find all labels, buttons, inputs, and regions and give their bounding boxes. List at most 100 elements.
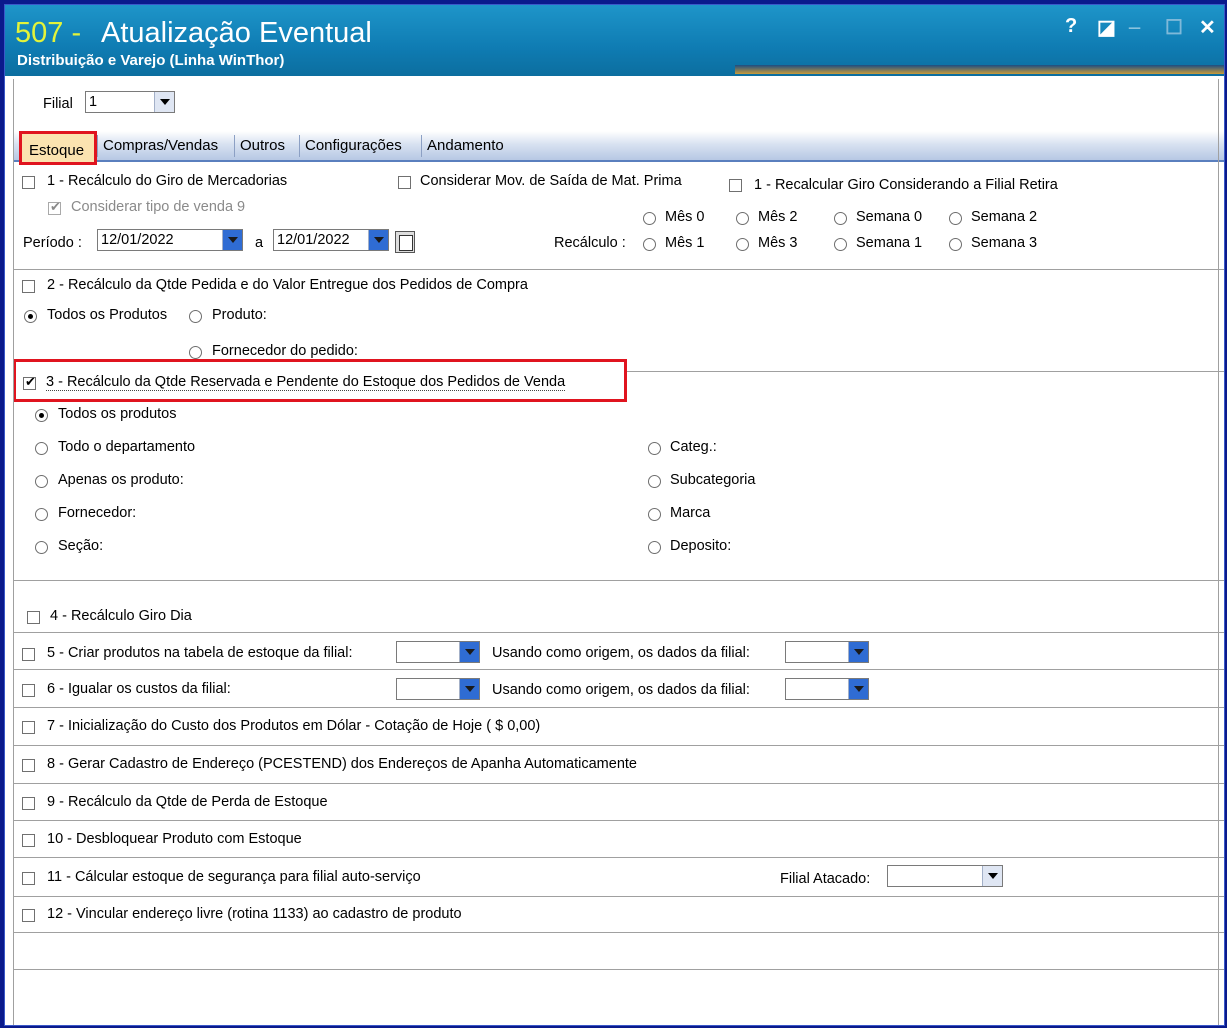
tab-compras-vendas[interactable]: Compras/Vendas [103,137,218,154]
divider [13,896,1224,897]
chevron-down-icon[interactable] [368,230,388,250]
section4-title: 4 - Recálculo Giro Dia [50,608,192,624]
filial-atacado-label: Filial Atacado: [780,871,871,887]
section8-checkbox[interactable] [22,759,35,772]
section6-filial-select[interactable] [396,678,480,700]
periodo-sep: a [255,235,264,251]
filial-label: Filial [43,96,73,112]
section2-checkbox[interactable] [22,280,35,293]
section8-title: 8 - Gerar Cadastro de Endereço (PCESTEND… [47,756,637,772]
chevron-down-icon[interactable] [459,679,479,699]
checkmark-icon: ✔ [50,199,61,214]
periodo-ate-date[interactable]: 12/01/2022 [273,229,389,251]
radio-mes3-label: Mês 3 [758,235,798,251]
title-decoration [735,65,1224,74]
section11-title: 11 - Cálcular estoque de segurança para … [47,869,421,885]
radio-todo-departamento-label: Todo o departamento [58,439,196,455]
section1-title: 1 - Recálculo do Giro de Mercadorias [47,173,288,189]
tab-estoque[interactable]: Estoque [19,131,97,165]
tab-outros[interactable]: Outros [240,137,285,154]
radio-fornecedor-pedido-label: Fornecedor do pedido: [212,343,358,359]
radio-semana2[interactable] [949,212,962,225]
radio-fornecedor[interactable] [35,508,48,521]
radio-todos-os-produtos[interactable] [35,409,48,422]
radio-mes3[interactable] [736,238,749,251]
divider [13,269,1224,270]
section10-checkbox[interactable] [22,834,35,847]
section11-checkbox[interactable] [22,872,35,885]
restore-icon[interactable]: ◪ [1097,15,1116,40]
main-window: 507 - Atualização Eventual Distribuição … [4,4,1225,1026]
chevron-down-icon[interactable] [222,230,242,250]
close-button[interactable]: ✕ [1199,15,1216,40]
divider [13,783,1224,784]
radio-semana1-label: Semana 1 [856,235,923,251]
radio-fornecedor-pedido[interactable] [189,346,202,359]
radio-semana3[interactable] [949,238,962,251]
divider [13,632,1224,633]
radio-categ-label: Categ.: [670,439,717,455]
section5-filial-select[interactable] [396,641,480,663]
radio-todo-departamento[interactable] [35,442,48,455]
section4-checkbox[interactable] [27,611,40,624]
chevron-down-icon[interactable] [848,679,868,699]
tab-configuracoes[interactable]: Configurações [305,137,402,154]
section2-title: 2 - Recálculo da Qtde Pedida e do Valor … [47,277,528,293]
section6-origem-select[interactable] [785,678,869,700]
divider [13,820,1224,821]
section5-origem-label: Usando como origem, os dados da filial: [492,645,750,661]
section6-origem-label: Usando como origem, os dados da filial: [492,682,750,698]
tab-andamento[interactable]: Andamento [427,137,504,154]
section5-checkbox[interactable] [22,648,35,661]
recalcular-giro-checkbox[interactable] [729,179,742,192]
chevron-down-icon[interactable] [982,866,1002,886]
radio-semana0-label: Semana 0 [856,209,923,225]
section9-checkbox[interactable] [22,797,35,810]
section7-checkbox[interactable] [22,721,35,734]
minimize-button[interactable]: _ [1129,9,1140,32]
considerar-tipo-checkbox[interactable]: ✔ [48,199,61,215]
section3-title: 3 - Recálculo da Qtde Reservada e Penden… [46,374,566,391]
radio-marca[interactable] [648,508,661,521]
radio-mes2-label: Mês 2 [758,209,798,225]
radio-todos-produtos[interactable] [24,310,37,323]
periodo-de-date[interactable]: 12/01/2022 [97,229,243,251]
tab-divider [421,135,422,157]
radio-subcategoria[interactable] [648,475,661,488]
chevron-down-icon[interactable] [848,642,868,662]
radio-marca-label: Marca [670,505,711,521]
window-subtitle: Distribuição e Varejo (Linha WinThor) [17,52,285,69]
help-button[interactable]: ? [1065,15,1077,38]
title-bar: 507 - Atualização Eventual Distribuição … [5,5,1224,76]
checkmark-icon: ✔ [25,374,36,389]
filial-atacado-select[interactable] [887,865,1003,887]
chevron-down-icon[interactable] [459,642,479,662]
radio-mes0[interactable] [643,212,656,225]
section12-checkbox[interactable] [22,909,35,922]
radio-categ[interactable] [648,442,661,455]
window-title: Atualização Eventual [101,17,372,49]
section1-checkbox[interactable] [22,176,35,189]
radio-semana1[interactable] [834,238,847,251]
considerar-mov-checkbox[interactable] [398,176,411,189]
section5-title: 5 - Criar produtos na tabela de estoque … [47,645,353,661]
considerar-tipo-label: Considerar tipo de venda 9 [71,199,246,215]
radio-secao[interactable] [35,541,48,554]
radio-semana0[interactable] [834,212,847,225]
calendar-icon[interactable] [395,231,415,253]
radio-mes2[interactable] [736,212,749,225]
left-border [13,79,14,1025]
section3-checkbox[interactable]: ✔ [23,374,36,390]
maximize-button[interactable]: ☐ [1165,15,1183,40]
radio-produto[interactable] [189,310,202,323]
radio-deposito[interactable] [648,541,661,554]
section5-origem-select[interactable] [785,641,869,663]
radio-apenas-produto[interactable] [35,475,48,488]
section6-checkbox[interactable] [22,684,35,697]
filial-select[interactable]: 1 [85,91,175,113]
radio-mes1[interactable] [643,238,656,251]
tab-divider [299,135,300,157]
divider [13,669,1224,670]
chevron-down-icon[interactable] [154,92,174,112]
radio-deposito-label: Deposito: [670,538,732,554]
